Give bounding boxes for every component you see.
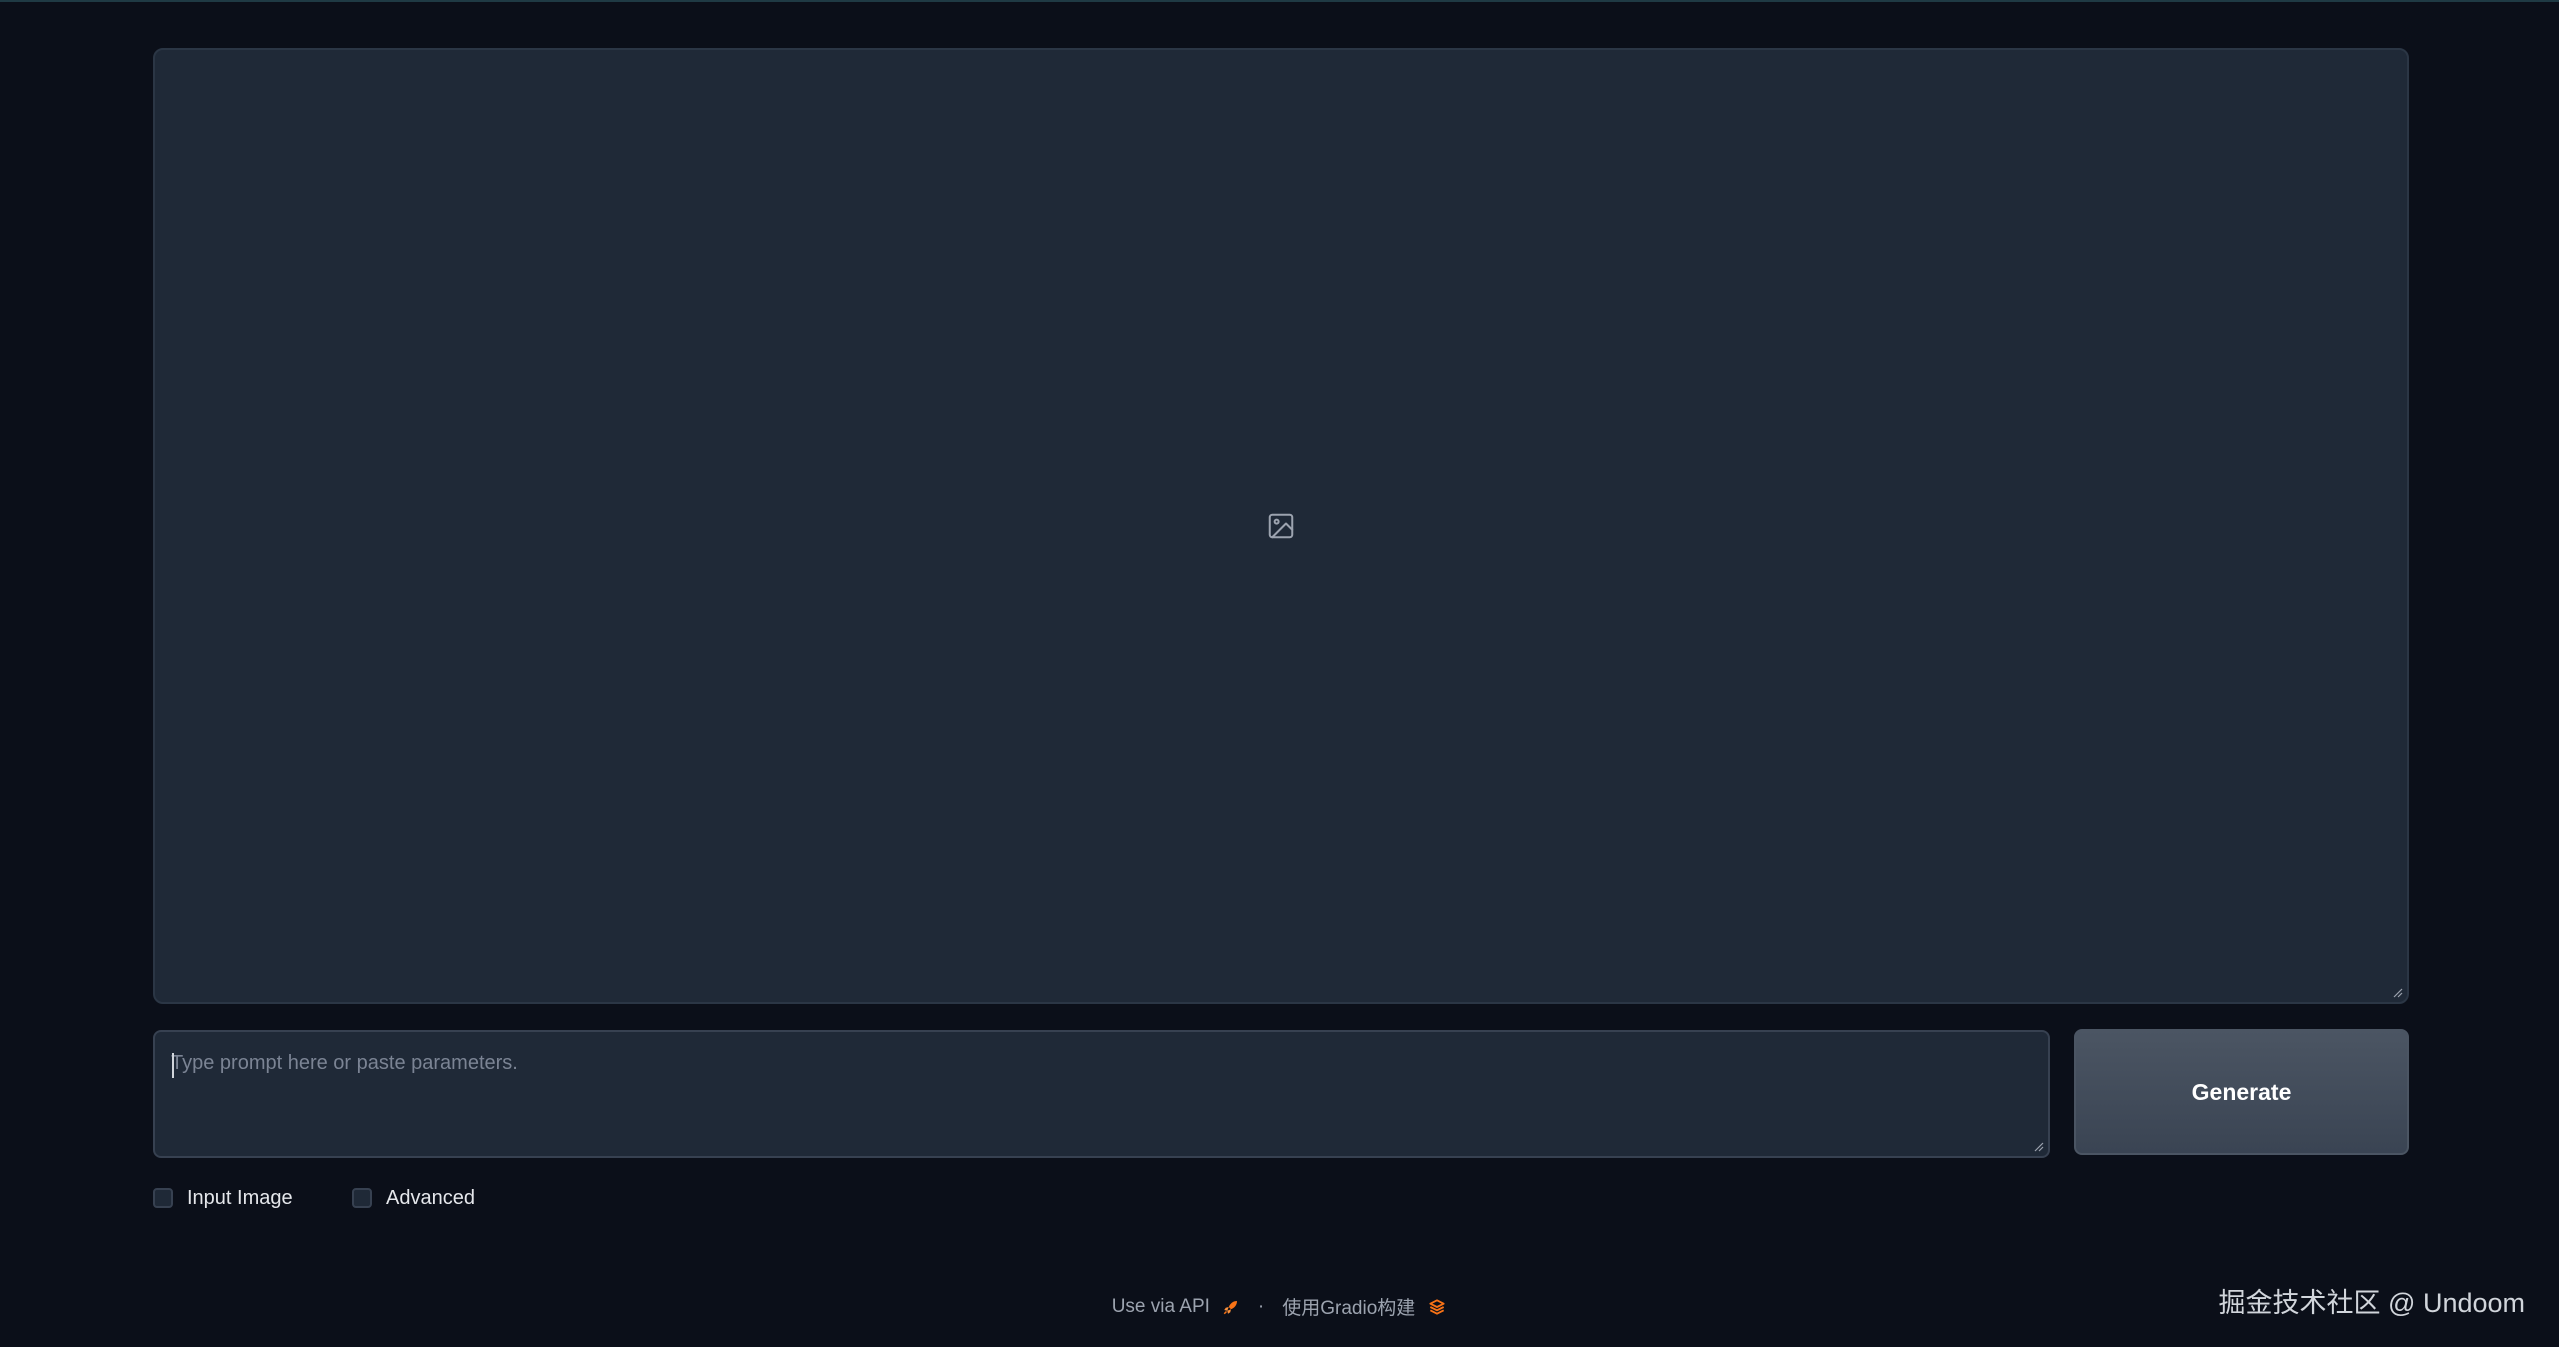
use-via-api-link[interactable]: Use via API bbox=[1112, 1296, 1210, 1318]
advanced-checkbox[interactable] bbox=[352, 1188, 372, 1208]
input-image-checkbox[interactable] bbox=[153, 1188, 173, 1208]
advanced-option[interactable]: Advanced bbox=[352, 1183, 475, 1213]
resize-handle-icon[interactable] bbox=[2391, 986, 2403, 998]
image-icon bbox=[1268, 513, 1294, 539]
input-image-option[interactable]: Input Image bbox=[153, 1183, 293, 1213]
top-border bbox=[0, 0, 2559, 2]
footer: Use via API · 使用Gradio构建 bbox=[0, 1293, 2559, 1320]
prompt-field[interactable] bbox=[153, 1030, 2050, 1158]
watermark: 掘金技术社区 @ Undoom bbox=[2218, 1288, 2525, 1318]
advanced-label: Advanced bbox=[386, 1186, 475, 1209]
rocket-icon bbox=[1223, 1300, 1237, 1314]
built-with-gradio-link[interactable]: 使用Gradio构建 bbox=[1282, 1293, 1415, 1320]
output-image-panel bbox=[153, 48, 2409, 1004]
resize-handle-icon[interactable] bbox=[2032, 1140, 2044, 1152]
input-image-label: Input Image bbox=[187, 1186, 293, 1209]
gradio-logo-icon bbox=[1429, 1298, 1445, 1315]
footer-separator: · bbox=[1257, 1295, 1265, 1317]
text-caret bbox=[172, 1053, 174, 1078]
generate-button[interactable]: Generate bbox=[2074, 1029, 2409, 1155]
prompt-input[interactable] bbox=[155, 1032, 2048, 1156]
